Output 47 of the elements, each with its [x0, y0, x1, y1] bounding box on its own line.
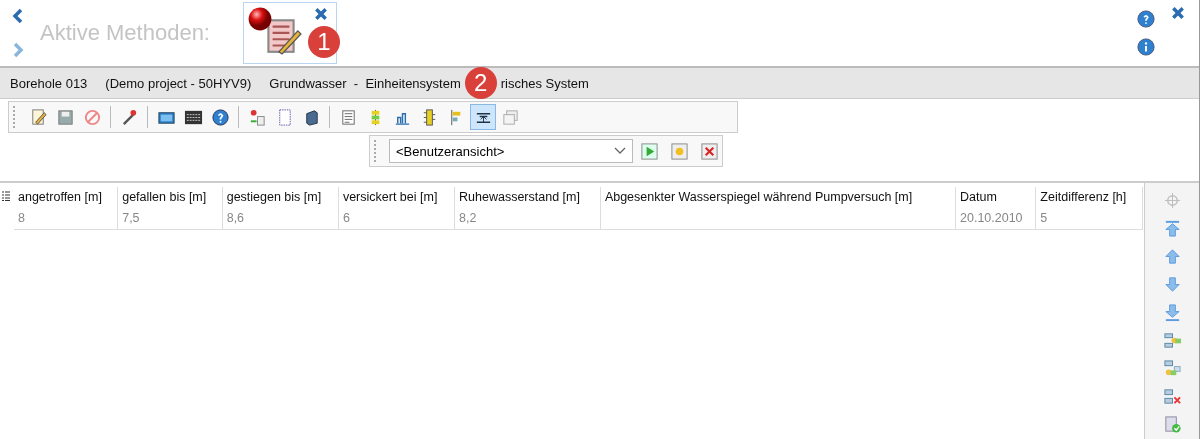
callout-badge: 2 — [464, 67, 497, 99]
ball-icon — [248, 7, 272, 31]
column-header[interactable]: gefallen bis [m] — [117, 187, 223, 207]
table-cell: 5 — [1035, 207, 1143, 230]
column-header[interactable]: Datum — [955, 187, 1036, 207]
table-cell: 8,2 — [454, 207, 601, 230]
close-icon[interactable] — [1171, 6, 1185, 20]
column-header[interactable]: Zeitdifferenz [h] — [1035, 187, 1143, 207]
cancel-icon — [82, 107, 102, 127]
header-title: Aktive Methoden: — [40, 20, 211, 46]
help-icon[interactable] — [1137, 10, 1155, 28]
link-icon — [1162, 330, 1182, 350]
table-cell: 8,6 — [222, 207, 339, 230]
check-icon — [1162, 414, 1182, 434]
table-cell: 7,5 — [117, 207, 223, 230]
column-header[interactable]: versickert bei [m] — [338, 187, 455, 207]
table-cell: 8 — [14, 207, 118, 230]
project-label: (Demo project - 50HYV9) — [105, 75, 252, 91]
column-header[interactable]: angetroffen [m] — [14, 187, 118, 207]
unlink-icon — [1162, 358, 1182, 378]
close-icon[interactable] — [314, 7, 328, 21]
table-cell: 20.10.2010 — [955, 207, 1036, 230]
windows-icon — [500, 107, 520, 127]
bottom-icon — [1162, 302, 1182, 322]
up-icon — [1162, 246, 1182, 266]
column-header[interactable]: Abgesenkter Wasserspiegel während Pumpversuch [m] — [600, 187, 956, 207]
chevron-down-icon — [613, 147, 626, 155]
info-icon[interactable] — [1137, 38, 1155, 56]
row-header-icon — [2, 191, 10, 201]
method-label: Grundwasser - Einheitensystem — [269, 75, 461, 91]
save-icon — [55, 107, 75, 127]
table-cell: 6 — [338, 207, 455, 230]
delete-icon — [699, 141, 719, 161]
column-header[interactable]: gestiegen bis [m] — [222, 187, 339, 207]
column-header[interactable]: Ruhewasserstand [m] — [454, 187, 601, 207]
run-icon — [640, 141, 659, 161]
remove-icon — [1162, 386, 1182, 406]
new-icon — [669, 141, 689, 161]
method-label: risches System — [500, 75, 589, 91]
callout-badge: 1 — [308, 26, 340, 58]
down-icon — [1162, 274, 1182, 294]
borehole-label: Borehole 013 — [10, 75, 88, 91]
help-icon — [210, 107, 230, 127]
target-icon — [1162, 190, 1182, 210]
toolbar-button[interactable] — [470, 104, 496, 130]
top-icon — [1162, 218, 1182, 238]
view-dropdown[interactable]: <Benutzeransicht> — [388, 139, 633, 163]
